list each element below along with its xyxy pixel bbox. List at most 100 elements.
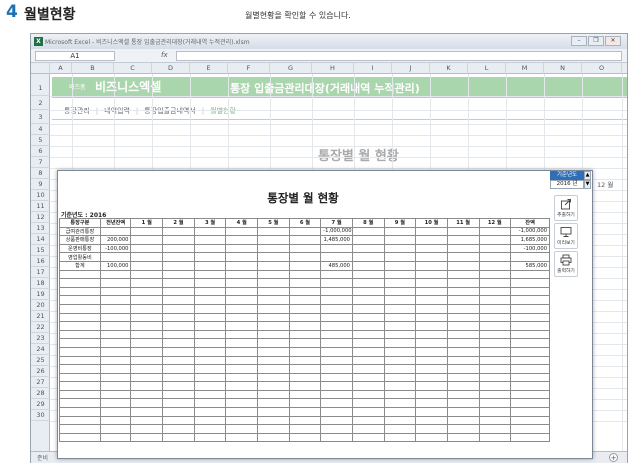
- name-box[interactable]: A1: [35, 51, 115, 61]
- column-header[interactable]: A: [50, 63, 72, 74]
- row-header[interactable]: 15: [31, 245, 50, 256]
- column-header[interactable]: D: [152, 63, 190, 74]
- row-header[interactable]: 22: [31, 322, 50, 333]
- dialog-title: 통장별 월 현황: [267, 191, 339, 205]
- empty-cell: [130, 278, 164, 288]
- fx-icon[interactable]: fx: [161, 51, 168, 59]
- row-header[interactable]: 23: [31, 333, 50, 344]
- export-button[interactable]: 추출하기: [554, 195, 578, 221]
- empty-cell: [225, 338, 259, 348]
- row-header[interactable]: 16: [31, 256, 50, 267]
- amount-cell: -100,000: [510, 243, 550, 254]
- row-header[interactable]: 8: [31, 168, 50, 179]
- zoom-in-button[interactable]: +: [609, 453, 618, 462]
- empty-cell: [257, 364, 290, 374]
- empty-cell: [288, 329, 322, 340]
- window-title: Microsoft Excel - 비즈니스엑셀 통장 입출금관리대장(거래내역…: [45, 39, 250, 46]
- amount-cell: [383, 226, 417, 237]
- column-header[interactable]: L: [468, 63, 506, 74]
- column-header[interactable]: N: [544, 63, 582, 74]
- row-header[interactable]: 21: [31, 311, 50, 322]
- column-header[interactable]: E: [190, 63, 228, 74]
- row-header[interactable]: 1: [31, 74, 50, 96]
- empty-cell: [59, 278, 101, 288]
- amount-cell: [446, 252, 480, 262]
- minimize-button[interactable]: –: [571, 36, 587, 46]
- row-header[interactable]: 6: [31, 146, 50, 157]
- amount-cell: [257, 243, 290, 254]
- row-header[interactable]: 18: [31, 278, 50, 289]
- nav-item-monthly[interactable]: 월별현황: [210, 107, 236, 115]
- select-all-corner[interactable]: [31, 63, 50, 74]
- empty-cell: [446, 355, 480, 366]
- year-value[interactable]: 2016 년: [550, 180, 584, 189]
- table-header-cell: 잔액: [510, 218, 550, 228]
- row-header[interactable]: 7: [31, 157, 50, 168]
- table-header-cell: 6 월: [288, 218, 322, 228]
- empty-cell: [130, 407, 164, 417]
- amount-cell: [288, 235, 322, 245]
- row-header[interactable]: 19: [31, 289, 50, 300]
- row-header[interactable]: 25: [31, 355, 50, 366]
- row-header[interactable]: 9: [31, 179, 50, 190]
- empty-cell: [162, 415, 195, 426]
- empty-cell: [446, 346, 480, 357]
- column-header[interactable]: H: [312, 63, 354, 74]
- column-header[interactable]: K: [430, 63, 468, 74]
- column-header[interactable]: F: [228, 63, 270, 74]
- column-header[interactable]: B: [72, 63, 114, 74]
- nav-item-entry[interactable]: 내역입력: [104, 107, 130, 115]
- row-header[interactable]: 14: [31, 234, 50, 245]
- row-header[interactable]: 11: [31, 201, 50, 212]
- row-header[interactable]: 29: [31, 399, 50, 410]
- empty-cell: [99, 295, 132, 305]
- empty-cell: [99, 398, 132, 409]
- column-header[interactable]: J: [392, 63, 430, 74]
- table-row: [59, 389, 550, 400]
- empty-cell: [415, 389, 448, 400]
- formula-input[interactable]: [176, 51, 622, 61]
- table-row: [59, 432, 550, 443]
- formula-bar: A1 fx: [31, 49, 627, 63]
- spin-down-icon[interactable]: ▼: [584, 180, 591, 189]
- row-header[interactable]: 28: [31, 388, 50, 399]
- amount-cell: [446, 243, 480, 254]
- row-header[interactable]: 26: [31, 366, 50, 377]
- row-header[interactable]: 4: [31, 124, 50, 135]
- close-button[interactable]: ✕: [605, 36, 621, 46]
- row-header[interactable]: 24: [31, 344, 50, 355]
- empty-cell: [510, 269, 550, 280]
- row-header[interactable]: 10: [31, 190, 50, 201]
- empty-cell: [225, 424, 259, 434]
- amount-cell: [225, 260, 259, 271]
- nav-item-accounts[interactable]: 통장관리: [64, 107, 90, 115]
- row-header[interactable]: 13: [31, 223, 50, 234]
- row-header[interactable]: 2: [31, 96, 50, 110]
- preview-button[interactable]: 미리보기: [554, 223, 578, 249]
- table-header-cell: 1 월: [130, 218, 164, 228]
- row-header[interactable]: 27: [31, 377, 50, 388]
- row-header[interactable]: 3: [31, 110, 50, 124]
- column-header[interactable]: G: [270, 63, 312, 74]
- print-button[interactable]: 출력하기: [554, 251, 578, 277]
- column-header[interactable]: O: [582, 63, 622, 74]
- empty-cell: [99, 278, 132, 288]
- column-header[interactable]: C: [114, 63, 152, 74]
- row-header[interactable]: 30: [31, 410, 50, 421]
- empty-cell: [478, 381, 512, 391]
- row-headers: 1 2 3 4 5 6 7 8 9 10 11 12 13 14 15 16 17 18 19 20 21 22 23 24 2…: [31, 74, 50, 451]
- column-header[interactable]: M: [506, 63, 544, 74]
- empty-cell: [99, 415, 132, 426]
- row-header[interactable]: 20: [31, 300, 50, 311]
- spin-up-icon[interactable]: ▲: [584, 171, 591, 180]
- restore-button[interactable]: ❐: [588, 36, 604, 46]
- empty-cell: [59, 329, 101, 340]
- empty-cell: [59, 381, 101, 391]
- row-header[interactable]: 5: [31, 135, 50, 146]
- empty-cell: [225, 372, 259, 383]
- row-header[interactable]: 17: [31, 267, 50, 278]
- empty-cell: [257, 269, 290, 280]
- row-header[interactable]: 12: [31, 212, 50, 223]
- column-header[interactable]: I: [354, 63, 392, 74]
- empty-cell: [320, 424, 353, 434]
